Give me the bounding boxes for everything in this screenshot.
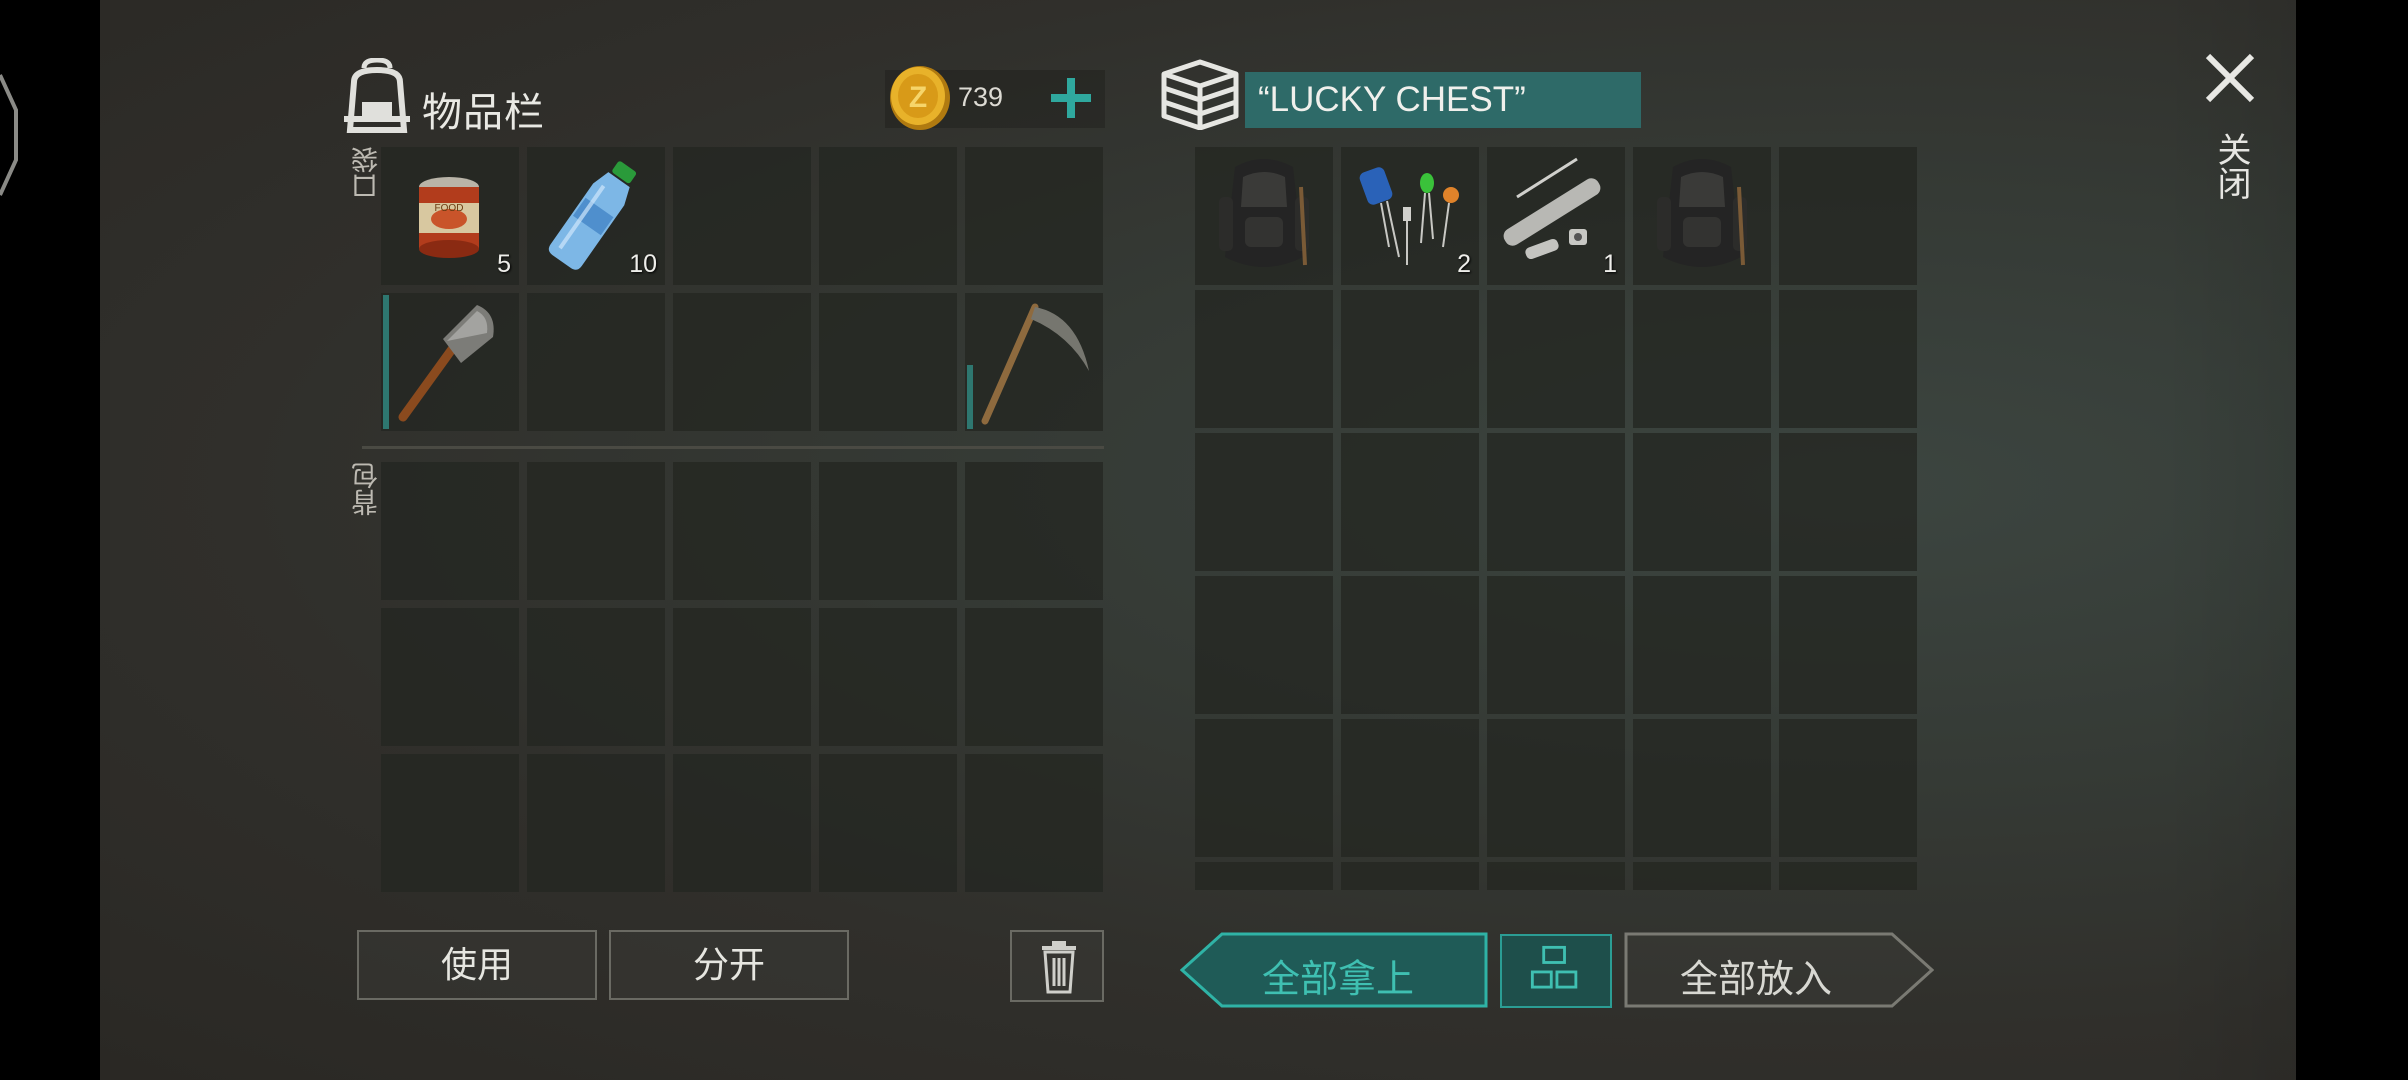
backpack-slot[interactable] xyxy=(673,608,811,746)
backpack-slot[interactable] xyxy=(819,608,957,746)
chest-slot[interactable] xyxy=(1633,719,1771,857)
backpack-slot[interactable] xyxy=(965,462,1103,600)
pocket-divider xyxy=(362,446,1104,449)
chest-slot[interactable] xyxy=(1779,719,1917,857)
chest-slot[interactable] xyxy=(1633,290,1771,428)
pocket-slot[interactable]: FOOD 5 xyxy=(381,147,519,285)
close-icon[interactable] xyxy=(2200,48,2260,108)
chest-slot[interactable]: 2 xyxy=(1341,147,1479,285)
backpack-slot[interactable] xyxy=(673,462,811,600)
backpack-slot[interactable] xyxy=(965,608,1103,746)
pocket-slot[interactable]: 10 xyxy=(527,147,665,285)
chest-slot[interactable] xyxy=(1487,719,1625,857)
chest-slot[interactable] xyxy=(1341,719,1479,857)
backpack-icon xyxy=(344,58,410,133)
backpack-slot[interactable] xyxy=(965,754,1103,892)
backpack-slot[interactable] xyxy=(527,608,665,746)
add-coins-button[interactable] xyxy=(1045,72,1097,124)
chest-slot[interactable] xyxy=(1779,433,1917,571)
backpack-slot[interactable] xyxy=(381,608,519,746)
sort-grid-icon xyxy=(1530,945,1578,989)
backpack-slot[interactable] xyxy=(819,462,957,600)
chest-slot[interactable] xyxy=(1195,719,1333,857)
pocket-slot[interactable] xyxy=(965,293,1103,431)
item-quantity: 2 xyxy=(1457,250,1471,278)
close-label[interactable]: 关闭 xyxy=(2210,132,2250,200)
backpack-item-icon xyxy=(1657,159,1747,267)
coin-icon: Z xyxy=(890,66,950,130)
trash-icon xyxy=(1042,941,1076,994)
chest-slot[interactable]: 1 xyxy=(1487,147,1625,285)
chest-slot[interactable] xyxy=(1195,433,1333,571)
chest-slot[interactable] xyxy=(1195,290,1333,428)
scythe-icon xyxy=(981,303,1089,425)
chest-slot[interactable] xyxy=(1779,576,1917,714)
shovel-icon xyxy=(398,305,494,422)
chest-slot[interactable] xyxy=(1341,290,1479,428)
sort-button[interactable] xyxy=(1500,934,1612,1008)
take-all-label: 全部拿上 xyxy=(1262,959,1415,1001)
pocket-slot[interactable] xyxy=(965,147,1103,285)
pocket-slot[interactable] xyxy=(819,147,957,285)
backpack-slot[interactable] xyxy=(527,462,665,600)
backpack-slot[interactable] xyxy=(381,754,519,892)
chest-slot[interactable] xyxy=(1633,433,1771,571)
backpack-slot[interactable] xyxy=(673,754,811,892)
pocket-slot[interactable] xyxy=(819,293,957,431)
chest-slot[interactable] xyxy=(1633,862,1771,890)
chest-slot[interactable] xyxy=(1195,576,1333,714)
svg-text:Z: Z xyxy=(909,81,927,114)
chest-slot[interactable] xyxy=(1341,862,1479,890)
back-hex-icon[interactable] xyxy=(0,70,22,200)
screen-edge-right xyxy=(2296,0,2408,1080)
split-button[interactable]: 分开 xyxy=(609,930,849,1000)
use-button[interactable]: 使用 xyxy=(357,930,597,1000)
backpack-slot[interactable] xyxy=(381,462,519,600)
inventory-title: 物品栏 xyxy=(422,91,545,135)
coin-count: 739 xyxy=(958,82,1004,112)
backpack-slot[interactable] xyxy=(527,754,665,892)
chest-slot[interactable] xyxy=(1633,147,1771,285)
chest-name: “LUCKY CHEST” xyxy=(1258,80,1526,119)
chest-slot[interactable] xyxy=(1779,862,1917,890)
pocket-slot[interactable] xyxy=(381,293,519,431)
chest-slot[interactable] xyxy=(1487,576,1625,714)
chest-icon xyxy=(1161,59,1239,130)
item-quantity: 1 xyxy=(1603,250,1617,278)
chest-slot[interactable] xyxy=(1779,290,1917,428)
pocket-slot[interactable] xyxy=(673,147,811,285)
chest-slot[interactable] xyxy=(1779,147,1917,285)
trash-button[interactable] xyxy=(1010,930,1104,1002)
chest-slot[interactable] xyxy=(1195,147,1333,285)
pocket-slot[interactable] xyxy=(527,293,665,431)
chest-slot[interactable] xyxy=(1341,576,1479,714)
chest-slot[interactable] xyxy=(1487,433,1625,571)
chest-slot[interactable] xyxy=(1195,862,1333,890)
item-quantity: 5 xyxy=(497,250,511,278)
put-all-label: 全部放入 xyxy=(1680,959,1833,1001)
chest-slot[interactable] xyxy=(1633,576,1771,714)
backpack-item-icon xyxy=(1219,159,1309,267)
chest-slot[interactable] xyxy=(1487,862,1625,890)
backpack-slot[interactable] xyxy=(819,754,957,892)
pocket-slot[interactable] xyxy=(673,293,811,431)
item-quantity: 10 xyxy=(629,250,657,278)
chest-slot[interactable] xyxy=(1487,290,1625,428)
chest-slot[interactable] xyxy=(1341,433,1479,571)
svg-text:FOOD: FOOD xyxy=(435,203,464,214)
